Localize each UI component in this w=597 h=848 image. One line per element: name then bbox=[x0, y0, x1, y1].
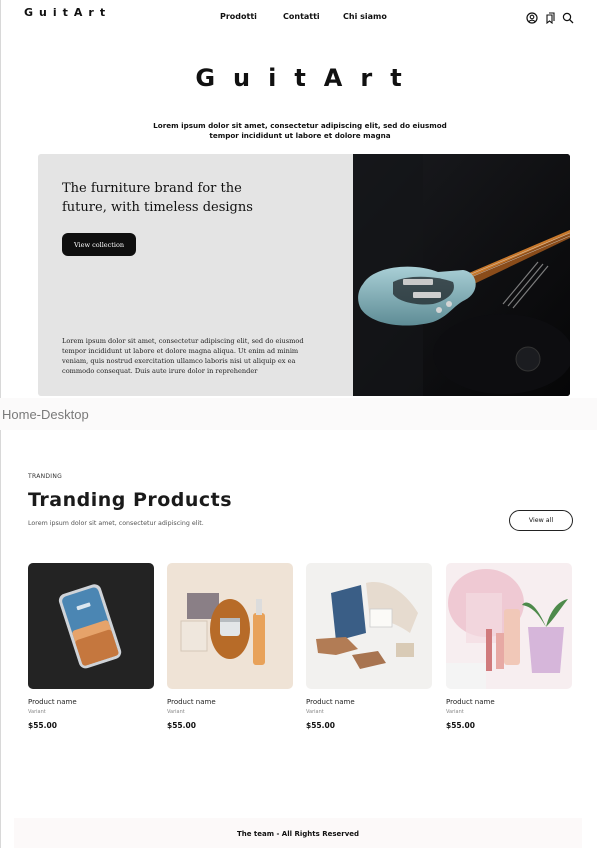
frame-label: Home-Desktop bbox=[2, 407, 89, 422]
product-variant: Variant bbox=[446, 709, 464, 715]
nav-link-contatti[interactable]: Contatti bbox=[283, 12, 320, 21]
product-card[interactable]: Product name Variant $55.00 bbox=[28, 563, 154, 730]
product-price: $55.00 bbox=[446, 721, 475, 730]
search-icon[interactable] bbox=[562, 12, 574, 24]
trending-kicker: TRANDING bbox=[28, 473, 63, 480]
bookmarks-icon[interactable] bbox=[544, 12, 556, 24]
skincare-image bbox=[167, 563, 293, 689]
nav-link-prodotti[interactable]: Prodotti bbox=[220, 12, 257, 21]
trending-subtitle: Lorem ipsum dolor sit amet, consectetur … bbox=[28, 520, 204, 527]
hero-description: Lorem ipsum dolor sit amet, consectetur … bbox=[62, 337, 304, 375]
view-collection-button[interactable]: View collection bbox=[62, 233, 136, 256]
product-name: Product name bbox=[28, 698, 77, 706]
nav-logo[interactable]: GuitArt bbox=[24, 6, 111, 19]
product-variant: Variant bbox=[28, 709, 46, 715]
product-price: $55.00 bbox=[167, 721, 196, 730]
product-name: Product name bbox=[167, 698, 216, 706]
clothing-image bbox=[306, 563, 432, 689]
product-card[interactable]: Product name Variant $55.00 bbox=[167, 563, 293, 730]
guitar-image bbox=[353, 154, 570, 396]
user-icon[interactable] bbox=[526, 12, 538, 24]
product-variant: Variant bbox=[167, 709, 185, 715]
nav-link-chi-siamo[interactable]: Chi siamo bbox=[343, 12, 387, 21]
smartphone-image bbox=[28, 563, 154, 689]
product-card[interactable]: Product name Variant $55.00 bbox=[446, 563, 572, 730]
cosmetics-image bbox=[446, 563, 572, 689]
product-variant: Variant bbox=[306, 709, 324, 715]
product-grid: Product name Variant $55.00 Product name… bbox=[0, 563, 597, 743]
top-navigation: GuitArt Prodotti Contatti Chi siamo bbox=[0, 0, 597, 34]
product-card[interactable]: Product name Variant $55.00 bbox=[306, 563, 432, 730]
footer: The team - All Rights Reserved bbox=[14, 818, 582, 848]
product-name: Product name bbox=[306, 698, 355, 706]
brand-tagline: Lorem ipsum dolor sit amet, consectetur … bbox=[153, 121, 447, 140]
frame-label-band bbox=[0, 398, 597, 430]
footer-copyright: The team - All Rights Reserved bbox=[236, 830, 360, 838]
hero-title: The furniture brand for the future, with… bbox=[62, 181, 253, 215]
view-all-button[interactable]: View all bbox=[509, 510, 573, 531]
brand-header: GuitArt bbox=[0, 64, 597, 92]
brand-logo: GuitArt bbox=[195, 64, 420, 92]
product-price: $55.00 bbox=[28, 721, 57, 730]
trending-title: Tranding Products bbox=[28, 489, 233, 511]
product-name: Product name bbox=[446, 698, 495, 706]
product-price: $55.00 bbox=[306, 721, 335, 730]
hero-banner: The furniture brand for the future, with… bbox=[38, 154, 570, 396]
